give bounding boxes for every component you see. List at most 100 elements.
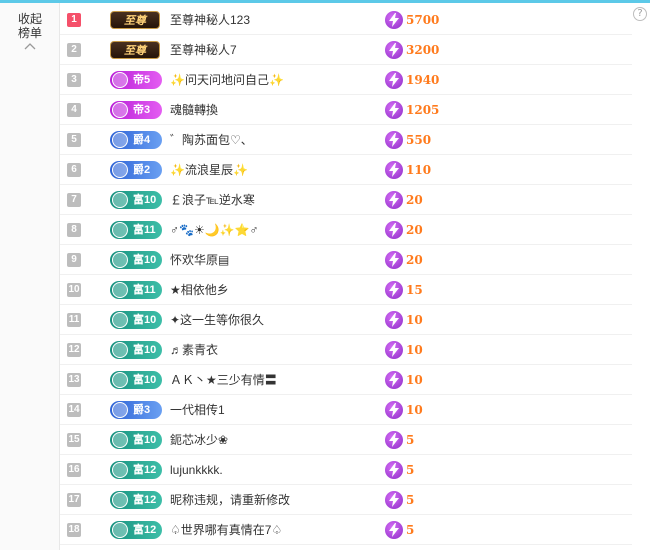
level-icon <box>112 402 128 418</box>
score-value: 5 <box>406 523 415 537</box>
user-name[interactable]: ♤世界哪有真情在7♤ <box>170 515 282 545</box>
level-badge-label: 爵2 <box>133 164 151 176</box>
list-item[interactable]: 14 爵3 一代相传1 10 <box>60 395 632 425</box>
list-item[interactable]: 2 至尊 至尊神秘人7 3200 <box>60 35 632 65</box>
lightning-icon <box>385 11 403 29</box>
lightning-icon <box>385 101 403 119</box>
list-item[interactable]: 6 爵2 ✨流浪星辰✨ 110 <box>60 155 632 185</box>
level-badge: 至尊 <box>110 11 160 29</box>
lightning-icon <box>385 161 403 179</box>
lightning-icon <box>385 71 403 89</box>
level-icon <box>112 522 128 538</box>
user-name[interactable]: 至尊神秘人123 <box>170 5 250 35</box>
list-item[interactable]: 18 富12 ♤世界哪有真情在7♤ 5 <box>60 515 632 545</box>
user-name[interactable]: 至尊神秘人7 <box>170 35 237 65</box>
user-name[interactable]: ✨流浪星辰✨ <box>170 155 248 185</box>
level-badge-label: 至尊 <box>124 45 146 57</box>
collapse-list-button[interactable]: 收起榜单 <box>10 12 50 50</box>
sidebar: 收起榜单 <box>0 3 60 550</box>
chevron-up-icon <box>24 43 36 50</box>
list-item[interactable]: 5 爵4 ゛陶苏面包♡、 550 <box>60 125 632 155</box>
level-badge: 爵3 <box>110 401 162 419</box>
list-item[interactable]: 1 至尊 至尊神秘人123 5700 <box>60 5 632 35</box>
score-value: 20 <box>406 223 423 237</box>
list-item[interactable]: 8 富11 ♂🐾☀🌙✨⭐♂ 20 <box>60 215 632 245</box>
rank-number: 8 <box>67 223 81 237</box>
score-value: 20 <box>406 253 423 267</box>
level-badge: 富11 <box>110 221 162 239</box>
lightning-icon <box>385 281 403 299</box>
rank-number: 1 <box>67 13 81 27</box>
list-item[interactable]: 15 富10 鈪芯冰少❀ 5 <box>60 425 632 455</box>
level-icon <box>112 132 128 148</box>
list-item[interactable]: 12 富10 ♬素青衣 10 <box>60 335 632 365</box>
score-value: 15 <box>406 283 423 297</box>
level-icon <box>112 492 128 508</box>
level-badge: 帝5 <box>110 71 162 89</box>
user-name[interactable]: ♂🐾☀🌙✨⭐♂ <box>170 215 259 245</box>
level-badge-label: 帝3 <box>133 104 151 116</box>
user-name[interactable]: ★相依他乡 <box>170 275 229 305</box>
score-value: 10 <box>406 343 423 357</box>
score-value: 20 <box>406 193 423 207</box>
user-name[interactable]: ♬素青衣 <box>170 335 218 365</box>
lightning-icon <box>385 251 403 269</box>
level-badge-label: 富11 <box>133 224 156 236</box>
list-item[interactable]: 4 帝3 魂髓轉換 1205 <box>60 95 632 125</box>
rank-number: 11 <box>67 313 81 327</box>
score-value: 10 <box>406 403 423 417</box>
level-badge-label: 爵3 <box>133 404 151 416</box>
list-item[interactable]: 17 富12 昵称违规，请重新修改 5 <box>60 485 632 515</box>
rank-number: 18 <box>67 523 81 537</box>
level-icon <box>112 162 128 178</box>
list-item[interactable]: 9 富10 怀欢华原▤ 20 <box>60 245 632 275</box>
rank-number: 3 <box>67 73 81 87</box>
level-badge: 富12 <box>110 461 162 479</box>
level-icon <box>112 462 128 478</box>
list-item[interactable]: 13 富10 ＡＫ丶★三少有情〓 10 <box>60 365 632 395</box>
lightning-icon <box>385 431 403 449</box>
user-name[interactable]: 魂髓轉換 <box>170 95 218 125</box>
list-item[interactable]: 11 富10 ✦这一生等你很久 10 <box>60 305 632 335</box>
level-icon <box>112 342 128 358</box>
lightning-icon <box>385 311 403 329</box>
score-value: 10 <box>406 313 423 327</box>
level-icon <box>112 102 128 118</box>
level-icon <box>112 282 128 298</box>
score-value: 10 <box>406 373 423 387</box>
level-badge-label: 富12 <box>133 494 157 506</box>
list-item[interactable]: 16 富12 lujunkkkk. 5 <box>60 455 632 485</box>
user-name[interactable]: 昵称违规，请重新修改 <box>170 485 290 515</box>
user-name[interactable]: lujunkkkk. <box>170 455 223 485</box>
list-item[interactable]: 10 富11 ★相依他乡 15 <box>60 275 632 305</box>
lightning-icon <box>385 401 403 419</box>
score-value: 550 <box>406 133 432 147</box>
help-icon[interactable]: ? <box>633 7 647 21</box>
list-item[interactable]: 3 帝5 ✨问天问地问自己✨ 1940 <box>60 65 632 95</box>
rank-number: 14 <box>67 403 81 417</box>
user-name[interactable]: ✦这一生等你很久 <box>170 305 264 335</box>
user-name[interactable]: 鈪芯冰少❀ <box>170 425 228 455</box>
level-badge: 富11 <box>110 281 162 299</box>
level-icon <box>112 222 128 238</box>
rank-number: 2 <box>67 43 81 57</box>
level-badge-label: 富12 <box>133 464 157 476</box>
level-badge: 富10 <box>110 431 162 449</box>
user-name[interactable]: ＡＫ丶★三少有情〓 <box>170 365 277 395</box>
user-name[interactable]: ✨问天问地问自己✨ <box>170 65 284 95</box>
list-item[interactable]: 7 富10 ￡浪子℡逆水寒 20 <box>60 185 632 215</box>
level-badge-label: 至尊 <box>124 15 146 27</box>
level-icon <box>112 192 128 208</box>
user-name[interactable]: 怀欢华原▤ <box>170 245 229 275</box>
user-name[interactable]: 一代相传1 <box>170 395 225 425</box>
collapse-label: 收起榜单 <box>17 12 42 40</box>
level-badge: 富10 <box>110 371 162 389</box>
level-icon <box>112 312 128 328</box>
rank-number: 9 <box>67 253 81 267</box>
user-name[interactable]: ￡浪子℡逆水寒 <box>170 185 255 215</box>
user-name[interactable]: ゛陶苏面包♡、 <box>170 125 253 155</box>
level-badge: 富12 <box>110 491 162 509</box>
level-badge: 富10 <box>110 341 162 359</box>
score-value: 3200 <box>406 43 440 57</box>
level-badge: 帝3 <box>110 101 162 119</box>
